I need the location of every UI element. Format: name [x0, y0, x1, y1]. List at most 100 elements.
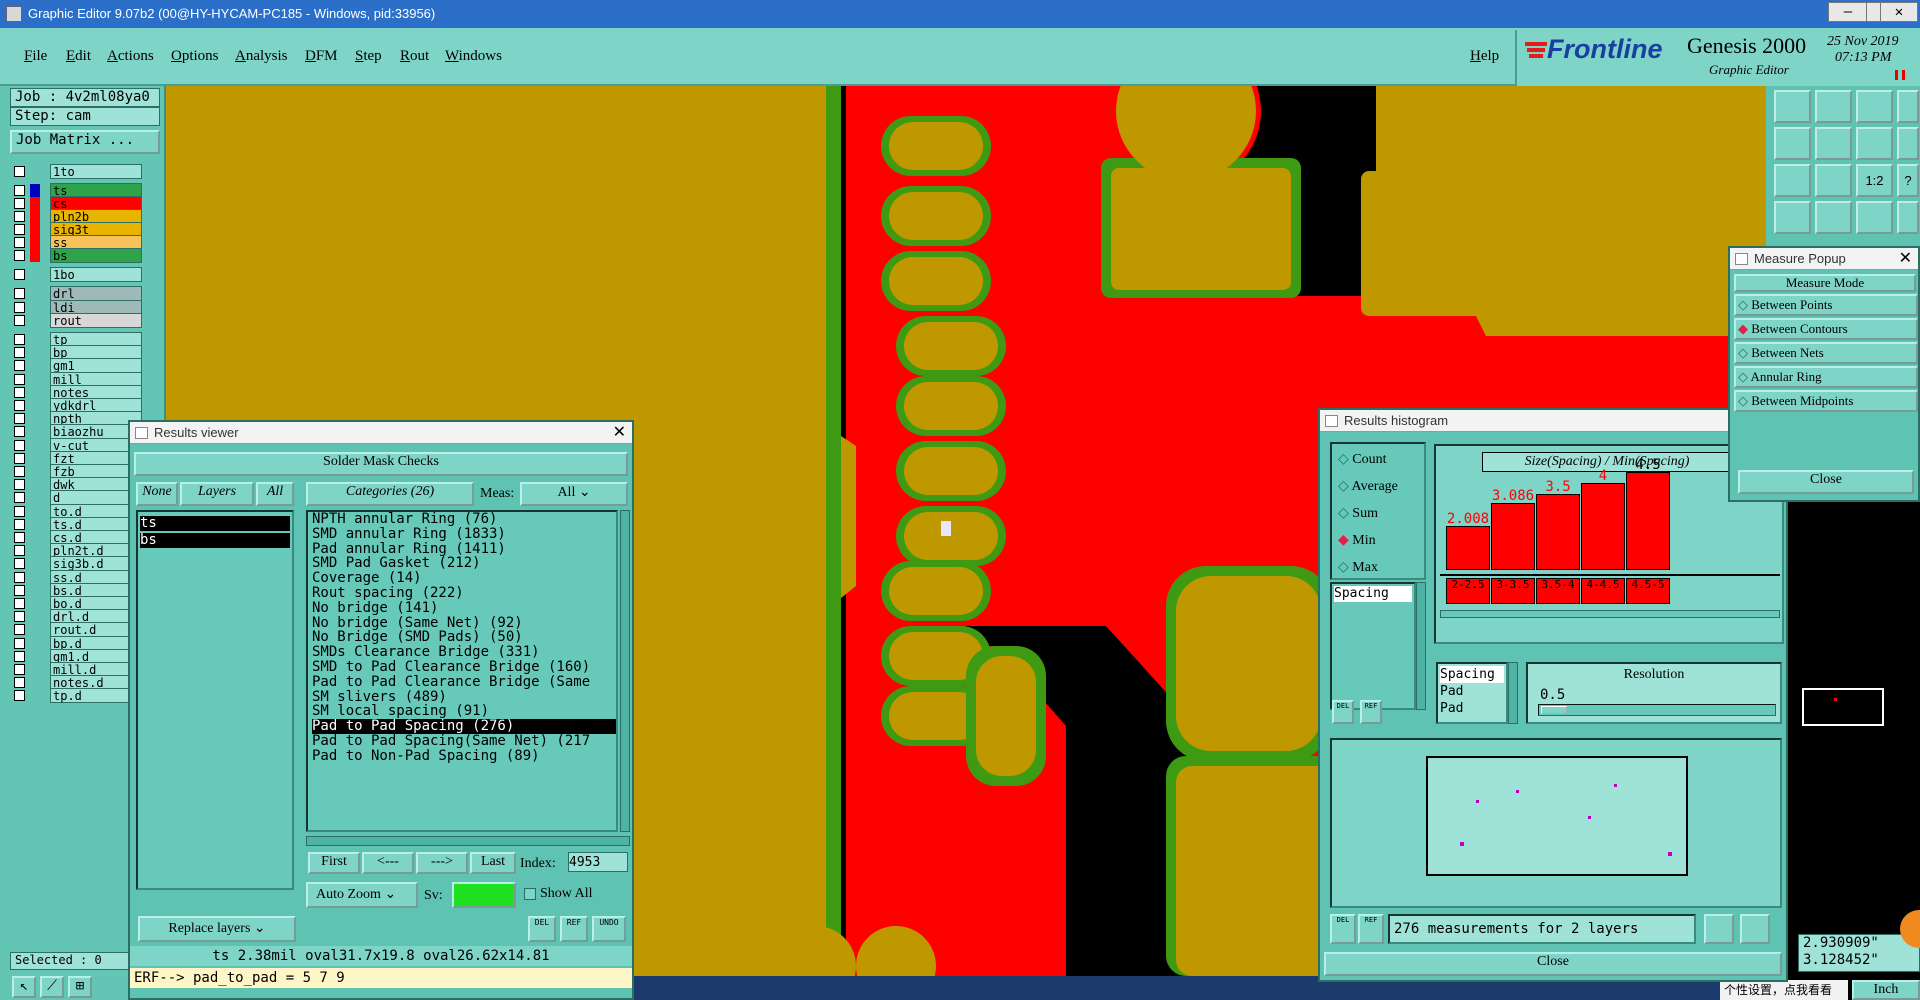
layer-checkbox[interactable] [14, 479, 25, 491]
next-button[interactable]: ---> [416, 852, 468, 874]
menu-help[interactable]: Help [1470, 48, 1499, 65]
layer-checkbox[interactable] [14, 426, 25, 438]
tool-pan-left-icon[interactable] [1774, 127, 1811, 160]
mode-sum[interactable]: ◇ Sum [1332, 500, 1424, 527]
menu-actions[interactable]: Actions [107, 48, 154, 65]
pause-icon[interactable] [1895, 70, 1905, 80]
category-item[interactable]: SM local spacing (91) [312, 704, 616, 719]
histogram-bar[interactable] [1446, 526, 1490, 570]
layer-row-1bo[interactable]: 1bo [12, 267, 142, 283]
histogram-del-button[interactable]: DEL [1332, 700, 1354, 724]
layer-color-swatch[interactable] [30, 452, 40, 465]
radio-icon[interactable]: ◆ [1338, 533, 1352, 548]
layer-color-swatch[interactable] [30, 544, 40, 557]
layer-color-swatch[interactable] [30, 268, 40, 281]
tool-zoom-icon[interactable] [1815, 164, 1852, 197]
mode-max[interactable]: ◇ Max [1332, 554, 1424, 581]
layer-checkbox[interactable] [14, 677, 25, 689]
layer-checkbox[interactable] [14, 386, 25, 398]
index-input[interactable] [568, 852, 628, 872]
layer-checkbox[interactable] [14, 532, 25, 543]
radio-icon[interactable]: ◇ [1338, 560, 1352, 575]
measure-close-button[interactable]: Close [1738, 470, 1914, 494]
layer-color-swatch[interactable] [30, 412, 40, 425]
category-item[interactable]: SMD annular Ring (1833) [312, 527, 616, 542]
layer-checkbox[interactable] [14, 505, 25, 517]
tray-tooltip[interactable]: 个性设置，点我看看 [1720, 980, 1848, 1000]
layer-checkbox[interactable] [14, 360, 25, 372]
category-item[interactable]: SMD Pad Gasket (212) [312, 556, 616, 571]
layer-checkbox[interactable] [14, 571, 25, 583]
layer-checkbox[interactable] [14, 334, 25, 345]
layer-checkbox[interactable] [14, 237, 25, 249]
del-button[interactable]: DEL [528, 916, 556, 942]
layer-color-swatch[interactable] [30, 478, 40, 491]
menu-dfm[interactable]: DFM [305, 48, 338, 65]
category-item[interactable]: Pad to Pad Spacing(Same Net) (217 [312, 734, 616, 749]
close-icon[interactable]: ✕ [1899, 248, 1912, 270]
layer-checkbox[interactable] [14, 611, 25, 623]
radio-icon[interactable]: ◇ [1738, 345, 1751, 360]
chart-scrollbar[interactable] [1440, 610, 1780, 618]
layers-button[interactable]: Layers [180, 482, 254, 506]
layer-color-swatch[interactable] [30, 465, 40, 478]
radio-icon[interactable]: ◆ [1738, 321, 1751, 336]
detail-item-spacing[interactable]: Spacing [1440, 666, 1504, 683]
auto-zoom-select[interactable]: Auto Zoom ⌄ [306, 882, 418, 908]
side-scrollbar[interactable] [1416, 582, 1426, 710]
layer-checkbox[interactable] [14, 598, 25, 609]
export-icon[interactable] [1704, 914, 1734, 944]
layer-checkbox[interactable] [14, 518, 25, 530]
layer-color-swatch[interactable] [30, 623, 40, 636]
layer-color-swatch[interactable] [30, 346, 40, 359]
measure-option[interactable]: ◇ Between Points [1734, 294, 1918, 316]
layer-color-swatch[interactable] [30, 359, 40, 372]
layer-name[interactable]: rout [50, 312, 142, 328]
menu-step[interactable]: Step [355, 48, 382, 65]
tool-pan-up-icon[interactable] [1774, 90, 1811, 123]
layer-row-rout[interactable]: rout [12, 312, 142, 328]
layer-color-swatch[interactable] [30, 650, 40, 663]
result-layer-ts[interactable]: ts [140, 516, 290, 531]
measure-option[interactable]: ◇ Between Midpoints [1734, 390, 1918, 412]
resolution-slider[interactable] [1538, 704, 1776, 716]
category-item[interactable]: No bridge (141) [312, 601, 616, 616]
layer-color-swatch[interactable] [30, 557, 40, 570]
layer-color-swatch[interactable] [30, 676, 40, 689]
category-item[interactable]: Coverage (14) [312, 571, 616, 586]
layer-color-swatch[interactable] [30, 505, 40, 518]
tool-rotate-icon[interactable] [1897, 90, 1919, 123]
layer-checkbox[interactable] [14, 288, 25, 300]
detail-item-pad-2[interactable]: Pad [1440, 700, 1504, 717]
layer-checkbox[interactable] [14, 314, 25, 326]
layer-checkbox[interactable] [14, 584, 25, 596]
layer-checkbox[interactable] [14, 558, 25, 570]
layer-color-swatch[interactable] [30, 571, 40, 584]
layer-checkbox[interactable] [14, 439, 25, 451]
select-tool-icon[interactable]: ↖ [12, 976, 36, 998]
layer-color-swatch[interactable] [30, 689, 40, 702]
layer-checkbox[interactable] [14, 347, 25, 359]
sv-color-button[interactable] [452, 882, 516, 908]
menu-file[interactable]: File [24, 48, 47, 65]
layer-color-swatch[interactable] [30, 165, 40, 178]
layer-checkbox[interactable] [14, 211, 25, 223]
grid-tool-icon[interactable]: ⊞ [68, 976, 92, 998]
category-item[interactable]: Rout spacing (222) [312, 586, 616, 601]
radio-icon[interactable]: ◇ [1738, 393, 1751, 408]
mode-average[interactable]: ◇ Average [1332, 473, 1424, 500]
layer-checkbox[interactable] [14, 373, 25, 385]
layer-color-swatch[interactable] [30, 386, 40, 399]
ref-button[interactable]: REF [560, 916, 588, 942]
preview-del-button[interactable]: DEL [1330, 914, 1356, 944]
unit-select[interactable]: Inch [1852, 980, 1920, 1000]
minimize-button[interactable]: – [1828, 2, 1868, 22]
category-scrollbar[interactable] [620, 510, 630, 832]
layer-row-tp-d[interactable]: tp.d [12, 688, 142, 704]
layer-row-bs[interactable]: bs [12, 248, 142, 264]
layer-checkbox[interactable] [14, 545, 25, 557]
layer-checkbox[interactable] [14, 269, 25, 281]
category-item[interactable]: Pad to Pad Spacing (276) [312, 719, 616, 734]
layer-checkbox[interactable] [14, 452, 25, 464]
layer-color-swatch[interactable] [30, 531, 40, 544]
